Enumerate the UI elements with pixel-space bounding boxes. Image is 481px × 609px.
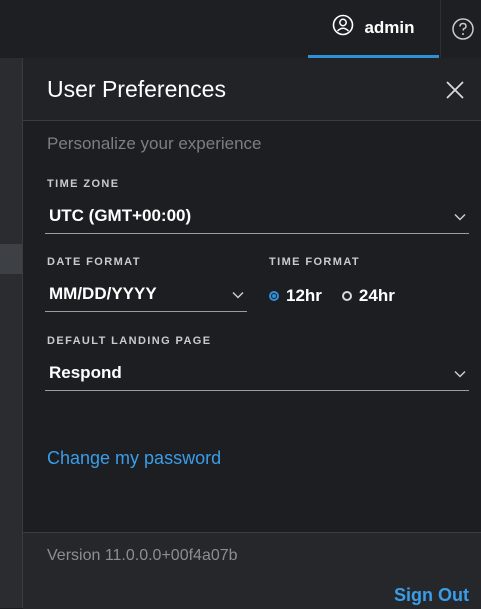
radio-selected-icon: [269, 291, 279, 301]
user-preferences-panel: User Preferences Personalize your experi…: [22, 58, 481, 609]
date-format-label: DATE FORMAT: [47, 256, 141, 268]
radio-24hr[interactable]: 24hr: [341, 286, 395, 306]
chevron-down-icon: [453, 210, 467, 224]
time-zone-value: UTC (GMT+00:00): [49, 206, 192, 225]
radio-unselected-icon: [341, 291, 352, 301]
radio-12hr[interactable]: 12hr: [269, 286, 322, 306]
time-format-radio-group: 12hr 24hr: [269, 286, 395, 306]
date-format-select[interactable]: MM/DD/YYYY: [45, 280, 247, 312]
chevron-down-icon: [453, 367, 467, 381]
panel-footer: Version 11.0.0.0+00f4a07b Sign Out: [23, 532, 481, 609]
background-page: [0, 58, 22, 608]
help-button[interactable]: [448, 16, 478, 46]
user-circle-icon: [332, 14, 354, 41]
sign-out-link[interactable]: Sign Out: [394, 585, 469, 606]
panel-title: User Preferences: [47, 76, 226, 102]
change-password-link[interactable]: Change my password: [47, 448, 221, 469]
topbar-divider: [440, 0, 441, 58]
username-label: admin: [364, 17, 415, 37]
close-icon: [443, 81, 467, 106]
time-format-label: TIME FORMAT: [269, 256, 360, 268]
background-element: [0, 244, 22, 274]
landing-page-value: Respond: [49, 363, 122, 382]
version-label: Version 11.0.0.0+00f4a07b: [47, 547, 238, 564]
panel-header: User Preferences: [23, 58, 481, 121]
radio-24hr-label: 24hr: [358, 286, 395, 305]
top-bar: admin: [0, 0, 481, 58]
chevron-down-icon: [231, 288, 245, 302]
close-button[interactable]: [443, 78, 467, 102]
panel-subtitle: Personalize your experience: [47, 134, 262, 153]
date-format-value: MM/DD/YYYY: [49, 284, 157, 303]
user-menu-tab[interactable]: admin: [308, 0, 439, 58]
question-circle-icon: [451, 17, 475, 46]
time-zone-label: TIME ZONE: [47, 178, 120, 190]
radio-12hr-label: 12hr: [286, 286, 322, 305]
landing-page-label: DEFAULT LANDING PAGE: [47, 335, 212, 347]
landing-page-select[interactable]: Respond: [45, 359, 469, 391]
time-zone-select[interactable]: UTC (GMT+00:00): [45, 202, 469, 234]
